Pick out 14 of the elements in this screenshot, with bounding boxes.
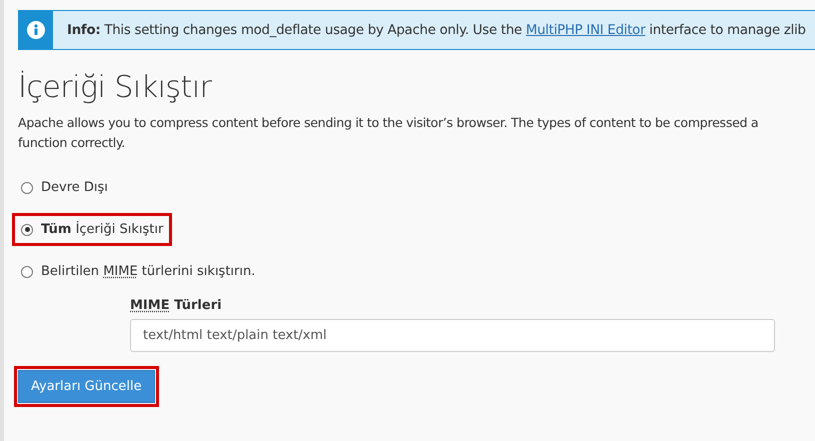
info-icon [27,21,45,39]
editor-link[interactable]: MultiPHP INI Editor [526,22,646,38]
radio-button[interactable] [21,266,33,278]
mime-types-field[interactable]: text/html text/plain text/xml [130,319,775,352]
update-settings-button[interactable]: Ayarları Güncelle [18,370,155,403]
option-label: Belirtilen MIME türlerini sıkıştırın. [41,264,256,279]
option-label: Devre Dışı [41,180,108,195]
field-label: MIME Türleri [130,298,223,313]
page-title: İçeriği Sıkıştır [18,70,213,105]
option-label: Tüm İçeriği Sıkıştır [41,222,164,237]
radio-button[interactable] [21,224,33,236]
info-message: Info: This setting changes mod_deflate usage by Apache only. Use the MultiPHP INI Editor interface to manage zlib [66,22,806,38]
description-text: Apache allows you to compress content before sending it to the visitor’s browser. The types of content to be compressed a function correctly. [18,114,760,152]
radio-button[interactable] [21,182,33,194]
